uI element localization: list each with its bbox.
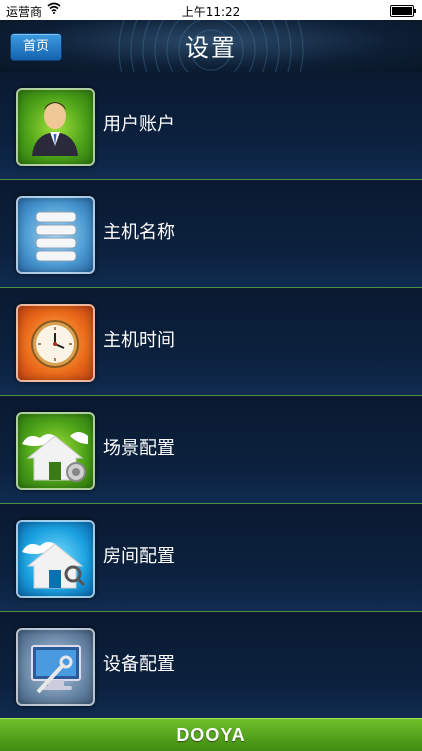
brand-logo: DOOYA bbox=[176, 725, 246, 745]
menu-item-label: 主机时间 bbox=[103, 330, 175, 351]
settings-menu: 用户账户 主机名称 主机时间 场景配置 房间配置 设备配置 bbox=[0, 72, 422, 720]
user-account-icon bbox=[16, 88, 95, 166]
room-config-icon bbox=[16, 520, 95, 598]
page-title: 设置 bbox=[185, 34, 237, 62]
battery-icon bbox=[390, 5, 416, 17]
nav-header: 首页 设置 bbox=[0, 20, 422, 73]
device-config-icon bbox=[16, 628, 95, 706]
host-name-icon bbox=[16, 196, 95, 274]
menu-item-user-account[interactable]: 用户账户 bbox=[0, 72, 422, 180]
status-bar: 运营商 上午11:22 bbox=[0, 0, 422, 20]
menu-item-host-time[interactable]: 主机时间 bbox=[0, 288, 422, 396]
menu-item-label: 用户账户 bbox=[103, 114, 175, 135]
menu-item-room-config[interactable]: 房间配置 bbox=[0, 504, 422, 612]
menu-item-label: 场景配置 bbox=[103, 438, 175, 459]
menu-item-label: 房间配置 bbox=[103, 546, 175, 567]
scene-config-icon bbox=[16, 412, 95, 490]
brand-footer: DOOYA bbox=[0, 718, 422, 751]
clock-time: 上午11:22 bbox=[181, 5, 241, 19]
menu-item-label: 主机名称 bbox=[103, 222, 175, 243]
menu-item-device-config[interactable]: 设备配置 bbox=[0, 612, 422, 720]
menu-item-scene-config[interactable]: 场景配置 bbox=[0, 396, 422, 504]
menu-item-label: 设备配置 bbox=[103, 654, 175, 675]
menu-item-host-name[interactable]: 主机名称 bbox=[0, 180, 422, 288]
clock-icon bbox=[16, 304, 95, 382]
